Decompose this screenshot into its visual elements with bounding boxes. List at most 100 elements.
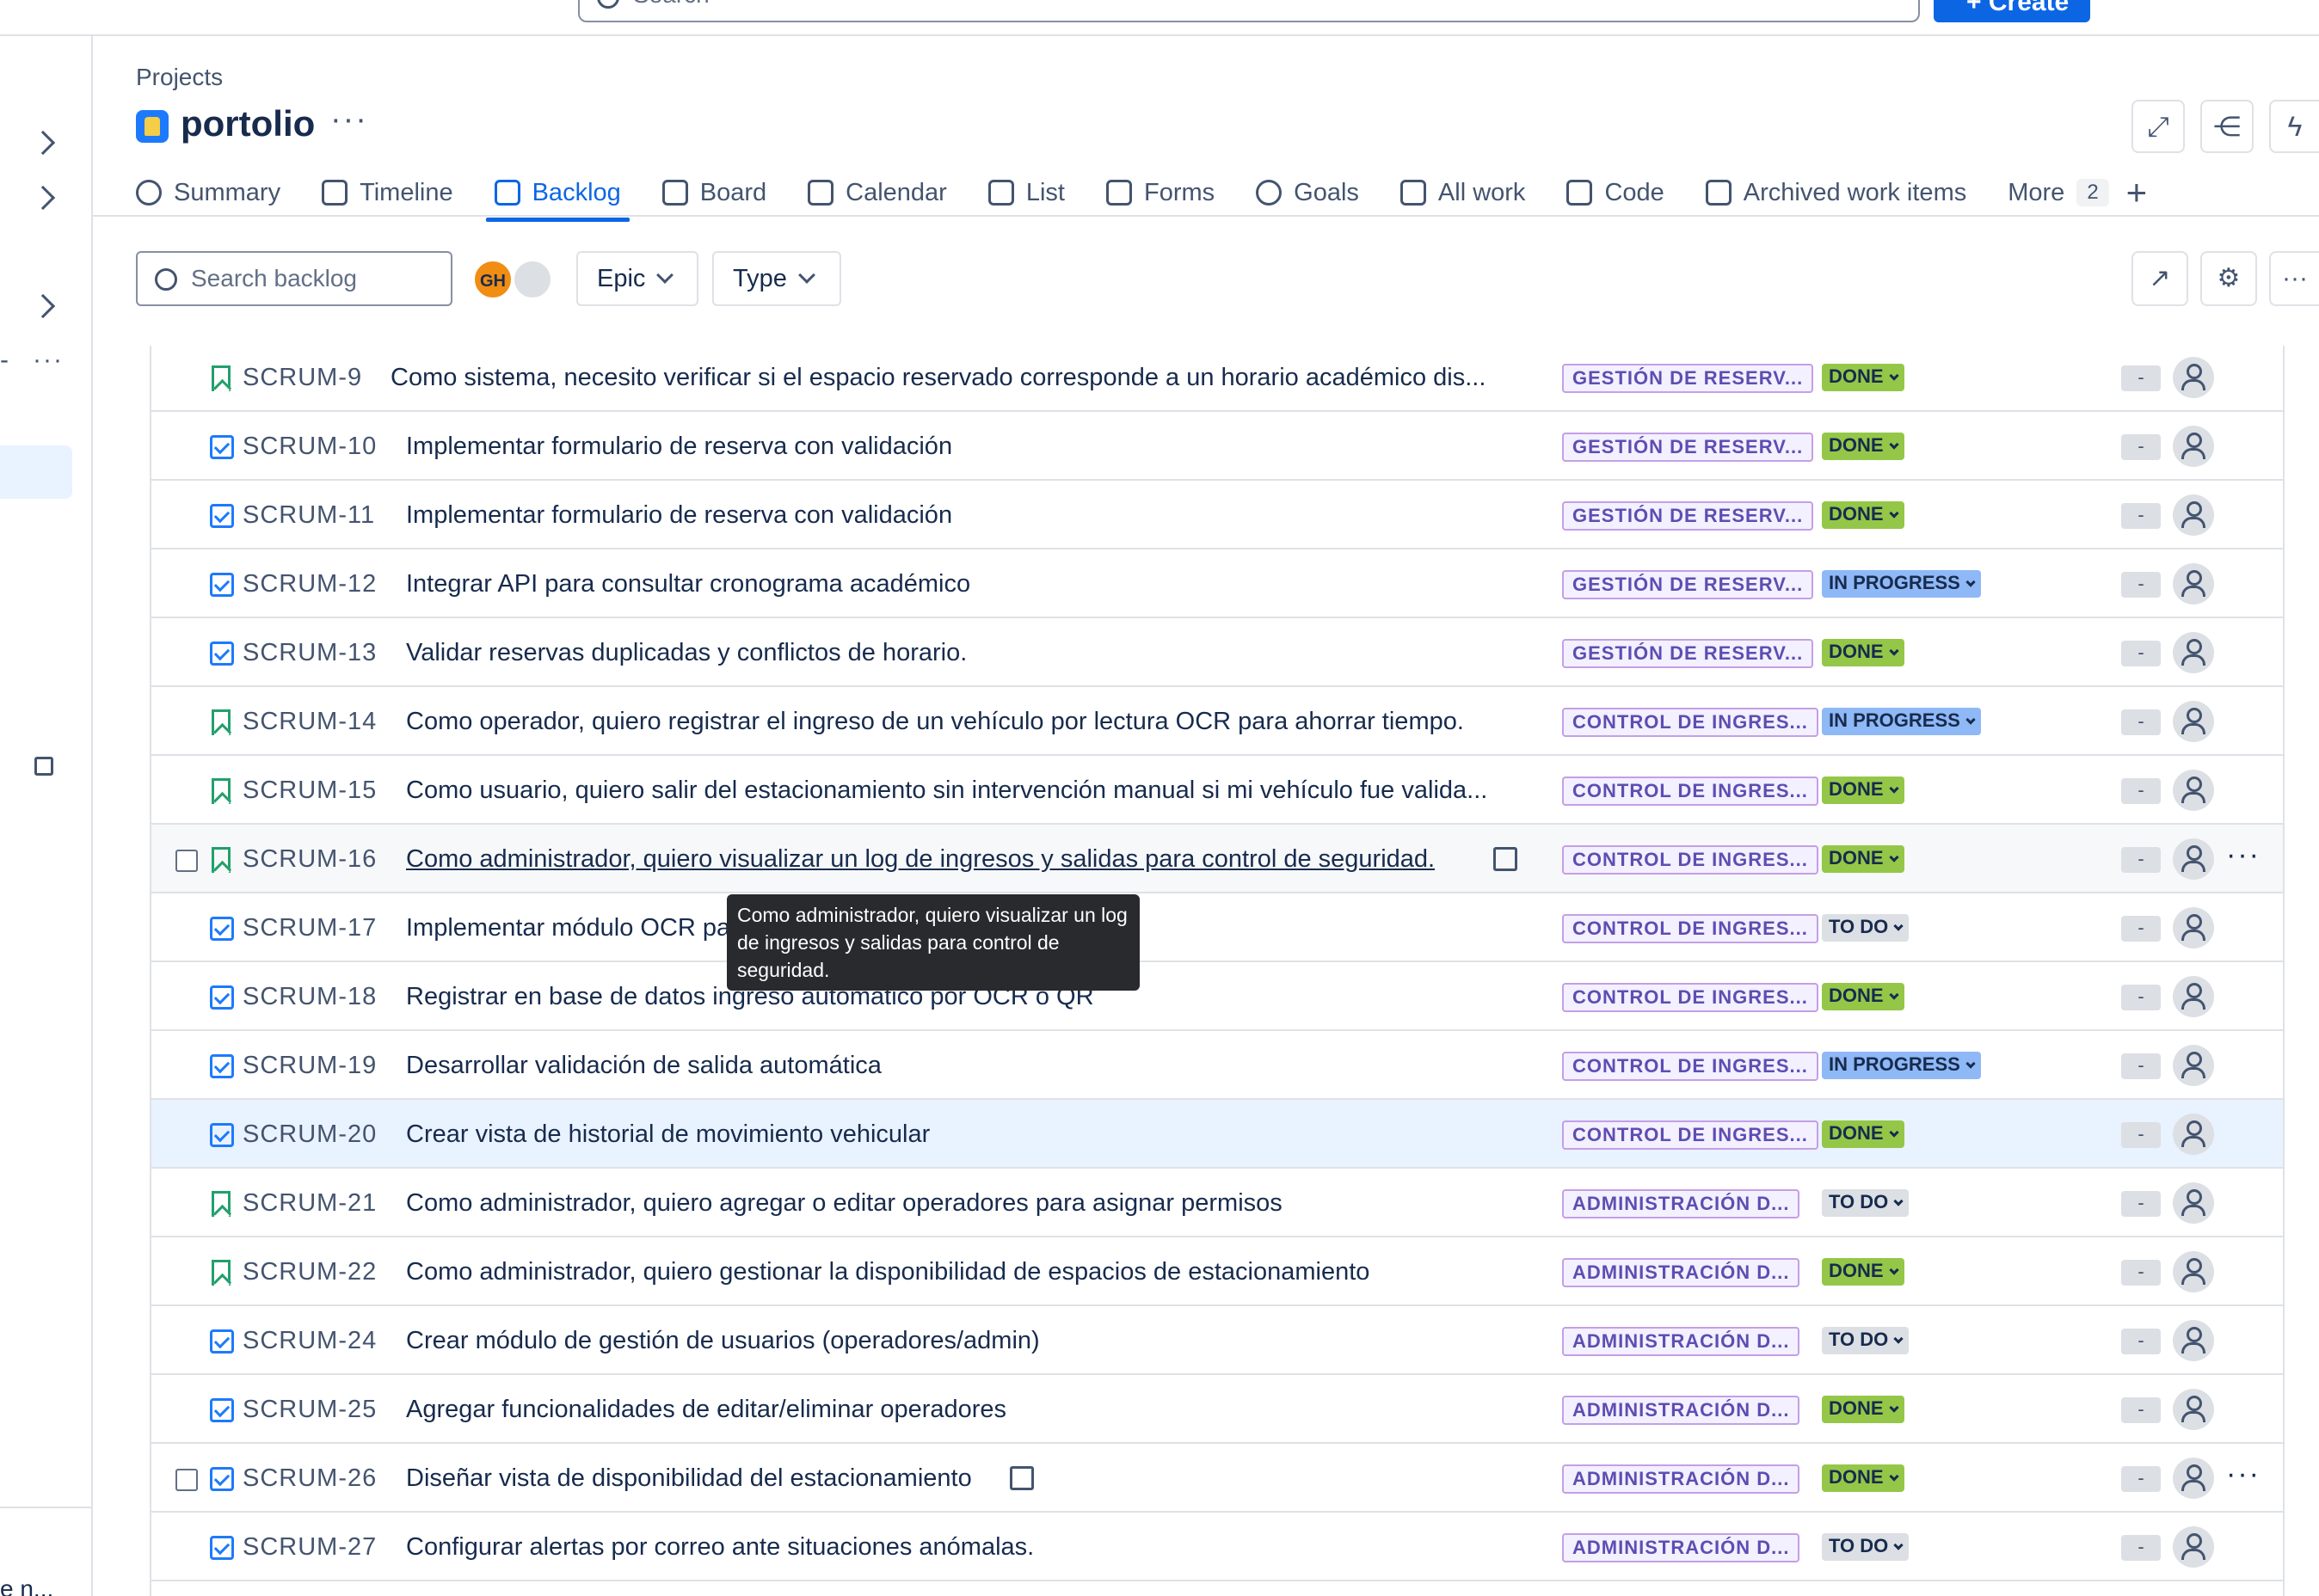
epic-lozenge[interactable]: GESTIÓN DE RESERV... <box>1562 570 1814 599</box>
status-dropdown[interactable]: IN PROGRESS <box>1822 708 1981 735</box>
global-search-input[interactable]: Search <box>578 0 1920 22</box>
status-dropdown[interactable]: DONE <box>1822 1396 1904 1423</box>
issue-key[interactable]: SCRUM-9 <box>243 364 362 392</box>
status-dropdown[interactable]: DONE <box>1822 639 1904 666</box>
assignee-avatar-icon[interactable] <box>2173 838 2214 880</box>
assignee-avatar-icon[interactable] <box>2173 1320 2214 1361</box>
status-dropdown[interactable]: DONE <box>1822 777 1904 804</box>
issue-summary[interactable]: Diseñar vista de disponibilidad del esta… <box>406 1464 972 1493</box>
tab-archived-work-items[interactable]: Archived work items <box>1705 169 1966 217</box>
tab-list[interactable]: List <box>987 169 1065 217</box>
assignee-avatar-icon[interactable] <box>2173 1182 2214 1224</box>
issue-summary[interactable]: Agregar funcionalidades de editar/elimin… <box>406 1396 1006 1424</box>
status-dropdown[interactable]: TO DO <box>1822 1189 1910 1217</box>
estimate-badge[interactable]: - <box>2121 572 2161 598</box>
issue-summary[interactable]: Como operador, quiero registrar el ingre… <box>406 708 1464 736</box>
estimate-badge[interactable]: - <box>2121 434 2161 460</box>
automation-button[interactable]: ϟ <box>2269 100 2319 153</box>
table-row[interactable]: SCRUM-12 Integrar API para consultar cron… <box>151 549 2283 618</box>
assignee-avatar-icon[interactable] <box>2173 1251 2214 1292</box>
estimate-badge[interactable]: - <box>2121 365 2161 391</box>
tab-timeline[interactable]: Timeline <box>322 169 453 217</box>
tab-board[interactable]: Board <box>661 169 766 217</box>
assignee-avatar-icon[interactable] <box>2173 632 2214 673</box>
assignee-avatar-icon[interactable] <box>2173 563 2214 605</box>
epic-lozenge[interactable]: GESTIÓN DE RESERV... <box>1562 433 1814 462</box>
epic-lozenge[interactable]: ADMINISTRACIÓN D... <box>1562 1464 1800 1494</box>
sidebar-more-icon[interactable]: ··· <box>33 346 64 375</box>
epic-lozenge[interactable]: ADMINISTRACIÓN D... <box>1562 1189 1800 1218</box>
issue-key[interactable]: SCRUM-25 <box>243 1396 377 1424</box>
more-actions-button[interactable]: ··· <box>2269 251 2319 306</box>
issue-key[interactable]: SCRUM-19 <box>243 1052 377 1080</box>
view-settings-button[interactable]: ⚙ <box>2200 251 2257 306</box>
epic-lozenge[interactable]: CONTROL DE INGRES... <box>1562 708 1818 737</box>
epic-lozenge[interactable]: CONTROL DE INGRES... <box>1562 1052 1818 1081</box>
issue-summary[interactable]: Como usuario, quiero salir del estaciona… <box>406 777 1487 805</box>
share-button[interactable]: ⋲ <box>2200 100 2254 153</box>
table-row[interactable]: SCRUM-21 Como administrador, quiero agreg… <box>151 1169 2283 1237</box>
edit-icon[interactable] <box>1010 1466 1034 1490</box>
issue-key[interactable]: SCRUM-20 <box>243 1120 377 1149</box>
issue-summary[interactable]: Crear módulo de gestión de usuarios (ope… <box>406 1327 1040 1355</box>
expand-button[interactable]: ⤢ <box>2131 100 2185 153</box>
issue-key[interactable]: SCRUM-12 <box>243 570 377 598</box>
assignee-avatar-icon[interactable] <box>2173 1114 2214 1155</box>
assignee-avatar-icon[interactable] <box>2173 976 2214 1017</box>
status-dropdown[interactable]: TO DO <box>1822 914 1910 942</box>
estimate-badge[interactable]: - <box>2121 1466 2161 1492</box>
table-row[interactable]: SCRUM-19 Desarrollar validación de salida… <box>151 1031 2283 1100</box>
tab-forms[interactable]: Forms <box>1105 169 1215 217</box>
issue-key[interactable]: SCRUM-14 <box>243 708 377 736</box>
issue-summary[interactable]: Como administrador, quiero visualizar un… <box>406 845 1435 874</box>
issue-summary[interactable]: Como administrador, quiero gestionar la … <box>406 1258 1369 1286</box>
epic-lozenge[interactable]: ADMINISTRACIÓN D... <box>1562 1258 1800 1287</box>
table-row[interactable]: SCRUM-18 Registrar en base de datos ingre… <box>151 962 2283 1031</box>
issue-key[interactable]: SCRUM-11 <box>243 501 375 530</box>
table-row[interactable]: SCRUM-14 Como operador, quiero registrar … <box>151 687 2283 756</box>
epic-lozenge[interactable]: ADMINISTRACIÓN D... <box>1562 1327 1800 1356</box>
table-row[interactable]: SCRUM-10 Implementar formulario de reserv… <box>151 412 2283 481</box>
assignee-avatar-icon[interactable] <box>2173 907 2214 948</box>
insights-button[interactable]: ↗ <box>2131 251 2188 306</box>
assignee-avatar-icon[interactable] <box>2173 494 2214 536</box>
issue-key[interactable]: SCRUM-17 <box>243 914 377 942</box>
status-dropdown[interactable]: DONE <box>1822 433 1904 460</box>
estimate-badge[interactable]: - <box>2121 503 2161 529</box>
estimate-badge[interactable]: - <box>2121 641 2161 666</box>
issue-summary[interactable]: Crear vista de historial de movimiento v… <box>406 1120 930 1149</box>
assignee-avatar-icon[interactable] <box>2173 1526 2214 1568</box>
issue-summary[interactable]: Implementar formulario de reserva con va… <box>406 501 952 530</box>
assignee-avatar-icon[interactable] <box>2173 701 2214 742</box>
tab-code[interactable]: Code <box>1566 169 1664 217</box>
chevron-right-icon[interactable] <box>30 185 56 211</box>
issue-summary[interactable]: Como sistema, necesito verificar si el e… <box>391 364 1486 392</box>
assignee-avatar-icon[interactable] <box>2173 357 2214 398</box>
epic-lozenge[interactable]: CONTROL DE INGRES... <box>1562 845 1818 875</box>
table-row[interactable]: SCRUM-27 Configurar alertas por correo an… <box>151 1513 2283 1581</box>
unassigned-avatar-icon[interactable] <box>513 260 552 299</box>
table-row[interactable]: SCRUM-22 Como administrador, quiero gesti… <box>151 1237 2283 1306</box>
estimate-badge[interactable]: - <box>2121 985 2161 1010</box>
backlog-search[interactable] <box>136 251 452 306</box>
issue-key[interactable]: SCRUM-22 <box>243 1258 377 1286</box>
epic-lozenge[interactable]: CONTROL DE INGRES... <box>1562 1120 1818 1150</box>
epic-lozenge[interactable]: CONTROL DE INGRES... <box>1562 777 1818 806</box>
tab-calendar[interactable]: Calendar <box>808 169 947 217</box>
sidebar-active-item[interactable] <box>0 445 72 499</box>
estimate-badge[interactable]: - <box>2121 1053 2161 1079</box>
issue-key[interactable]: SCRUM-27 <box>243 1533 377 1562</box>
row-more-icon[interactable]: ··· <box>2226 1458 2261 1491</box>
issue-summary[interactable]: Implementar módulo OCR pa <box>406 914 730 942</box>
table-row[interactable]: SCRUM-13 Validar reservas duplicadas y co… <box>151 618 2283 687</box>
chevron-right-icon[interactable] <box>30 130 56 156</box>
epic-lozenge[interactable]: GESTIÓN DE RESERV... <box>1562 364 1814 393</box>
epic-filter-button[interactable]: Epic <box>576 251 698 306</box>
issue-key[interactable]: SCRUM-18 <box>243 983 377 1011</box>
type-filter-button[interactable]: Type <box>712 251 841 306</box>
issue-summary[interactable]: Desarrollar validación de salida automát… <box>406 1052 882 1080</box>
issue-key[interactable]: SCRUM-24 <box>243 1327 377 1355</box>
create-button[interactable]: + Create <box>1934 0 2090 22</box>
status-dropdown[interactable]: TO DO <box>1822 1533 1910 1561</box>
issue-key[interactable]: SCRUM-21 <box>243 1189 377 1218</box>
